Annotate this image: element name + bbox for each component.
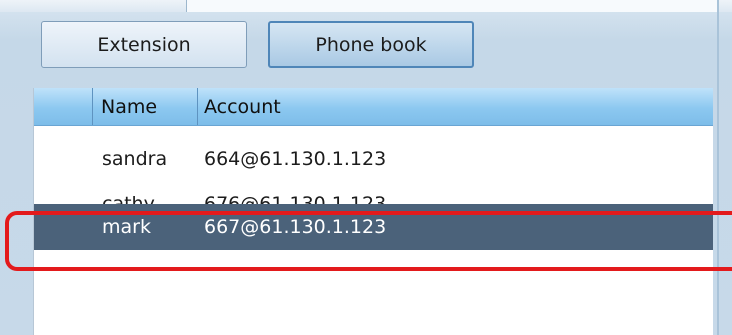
app-window: Extension Phone book Name Account sandra…: [0, 0, 732, 335]
row-name: cathy: [102, 193, 155, 204]
tab-phone-book[interactable]: Phone book: [268, 21, 474, 68]
row-account: 667@61.130.1.123: [204, 216, 387, 238]
column-header-name-label: Name: [101, 95, 158, 118]
row-name: sandra: [102, 148, 168, 170]
row-account: 676@61.130.1.123: [204, 193, 387, 204]
column-header-account-label: Account: [204, 95, 281, 118]
table-row-selected[interactable]: mark 667@61.130.1.123: [34, 204, 713, 250]
top-panel-edge: [186, 0, 717, 12]
table-row[interactable]: sandra 664@61.130.1.123: [34, 137, 713, 181]
row-account: 664@61.130.1.123: [204, 148, 387, 170]
tab-extension-label: Extension: [97, 33, 191, 56]
tab-extension[interactable]: Extension: [41, 21, 247, 68]
table-row[interactable]: cathy 676@61.130.1.123: [34, 182, 713, 204]
list-header: Name Account: [34, 88, 713, 126]
column-header-name[interactable]: Name: [93, 88, 198, 125]
tab-phone-book-label: Phone book: [315, 33, 427, 56]
row-name: mark: [102, 216, 151, 238]
right-frame-border: [717, 0, 719, 335]
column-header-blank[interactable]: [34, 88, 93, 125]
column-header-account[interactable]: Account: [198, 88, 713, 125]
phone-book-list: Name Account sandra 664@61.130.1.123 cat…: [33, 88, 713, 335]
